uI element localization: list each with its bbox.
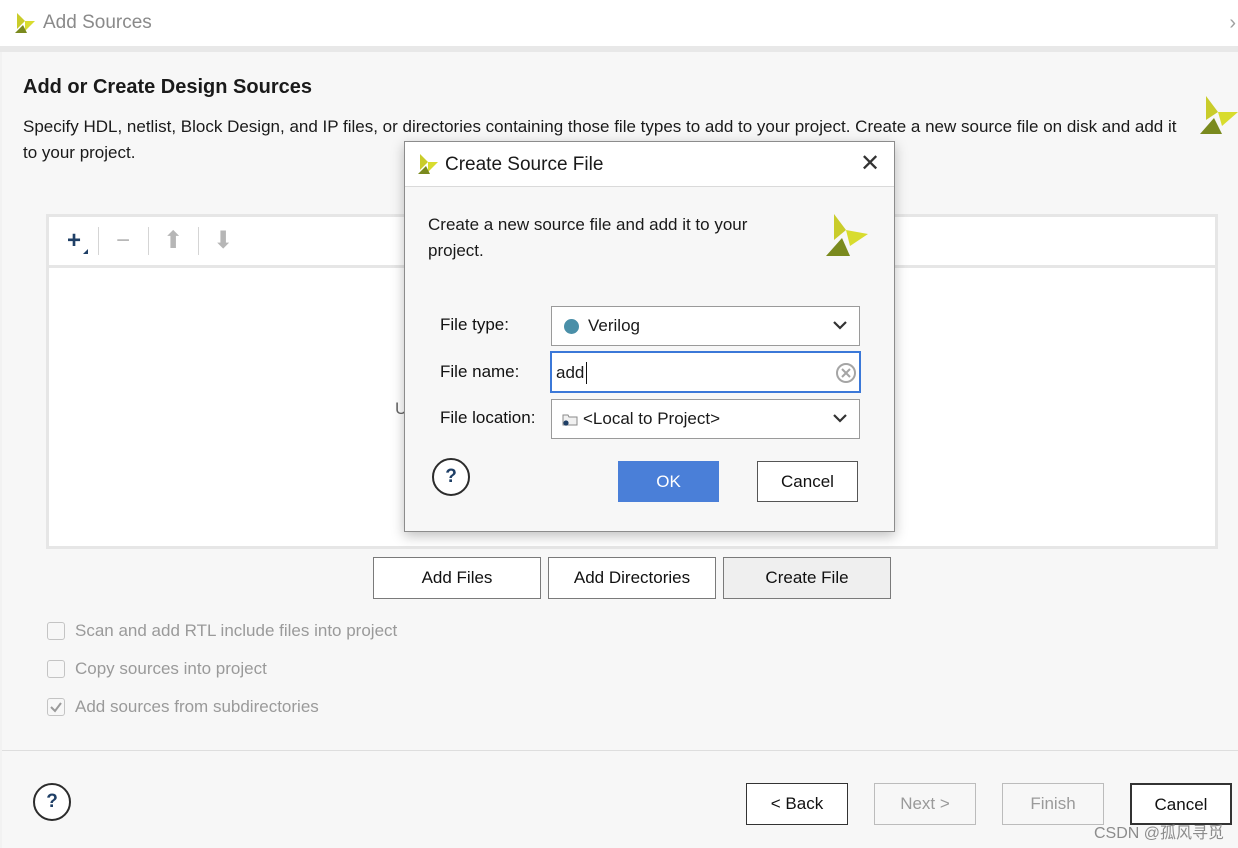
vivado-brand-logo-icon <box>1200 96 1238 134</box>
add-directories-button[interactable]: Add Directories <box>548 557 716 599</box>
text-cursor <box>586 362 587 384</box>
copy-sources-checkbox[interactable] <box>47 660 65 678</box>
add-subdirectories-checkbox[interactable] <box>47 698 65 716</box>
vivado-logo-icon <box>15 13 35 33</box>
create-file-button[interactable]: Create File <box>723 557 891 599</box>
footer-divider <box>2 750 1238 751</box>
finish-button[interactable]: Finish <box>1002 783 1104 825</box>
file-name-value: add <box>556 363 585 382</box>
chevron-down-icon <box>833 321 847 330</box>
toolbar-divider <box>198 227 199 255</box>
toolbar-divider <box>148 227 149 255</box>
file-name-input[interactable]: add <box>550 351 861 393</box>
file-type-select[interactable]: Verilog <box>551 306 860 346</box>
copy-sources-label: Copy sources into project <box>75 659 267 678</box>
remove-icon[interactable]: − <box>108 225 138 257</box>
dialog-description: Create a new source file and add it to y… <box>428 215 748 260</box>
scan-rtl-label: Scan and add RTL include files into proj… <box>75 621 398 640</box>
ok-button[interactable]: OK <box>618 461 719 502</box>
add-files-button[interactable]: Add Files <box>373 557 541 599</box>
vivado-brand-logo-icon <box>826 214 868 256</box>
file-location-value: <Local to Project> <box>583 409 721 428</box>
dropdown-corner-icon <box>83 249 88 254</box>
file-type-value: Verilog <box>588 316 640 335</box>
checkmark-icon <box>50 702 62 713</box>
chevron-down-icon <box>833 414 847 423</box>
watermark: CSDN @孤风寻觅 <box>1093 825 1224 842</box>
add-subdirectories-label: Add sources from subdirectories <box>75 697 319 716</box>
dialog-help-button[interactable]: ? <box>432 458 470 496</box>
toolbar-divider <box>98 227 99 255</box>
dialog-cancel-button[interactable]: Cancel <box>757 461 858 502</box>
close-icon[interactable]: ✕ <box>853 150 887 178</box>
vivado-logo-icon <box>418 154 438 174</box>
file-type-label: File type: <box>440 315 509 334</box>
back-button[interactable]: < Back <box>746 783 848 825</box>
file-location-label: File location: <box>440 408 536 427</box>
verilog-dot-icon <box>564 319 579 334</box>
next-button[interactable]: Next > <box>874 783 976 825</box>
create-source-file-dialog: Create Source File ✕ Create a new source… <box>404 141 895 532</box>
move-down-icon[interactable]: ⬇ <box>208 225 238 257</box>
chevron-right-icon[interactable]: › <box>1229 12 1236 35</box>
window-titlebar: Add Sources › <box>0 0 1238 47</box>
window-title: Add Sources <box>43 12 152 33</box>
page-title: Add or Create Design Sources <box>23 76 312 98</box>
scan-rtl-checkbox[interactable] <box>47 622 65 640</box>
file-location-select[interactable]: <Local to Project> <box>551 399 860 439</box>
folder-icon <box>562 414 578 426</box>
file-name-label: File name: <box>440 362 520 381</box>
clear-input-icon[interactable] <box>836 363 856 383</box>
move-up-icon[interactable]: ⬆ <box>158 225 188 257</box>
help-button[interactable]: ? <box>33 783 71 821</box>
dialog-title: Create Source File <box>445 154 604 175</box>
dialog-titlebar: Create Source File ✕ <box>405 142 894 187</box>
